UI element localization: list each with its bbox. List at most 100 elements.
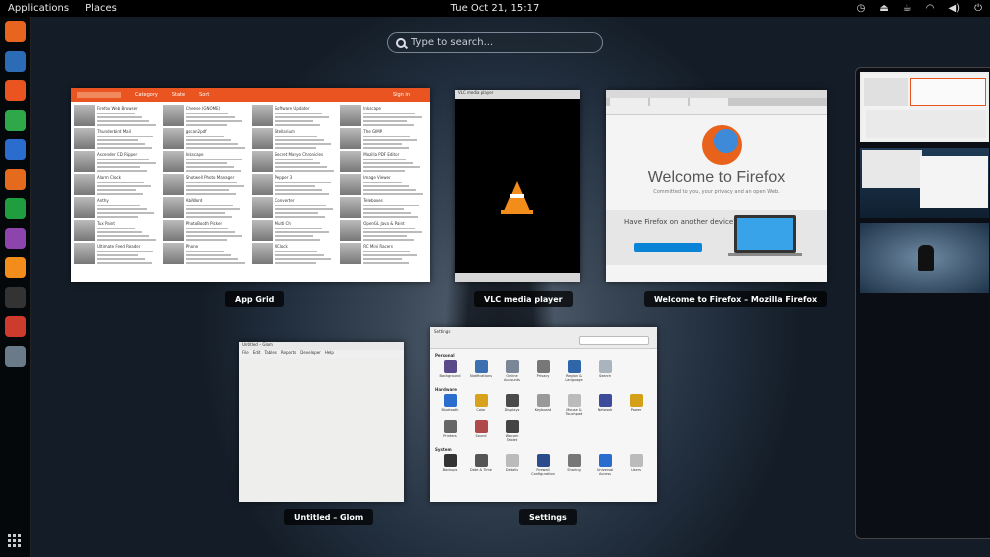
settings-panel-universal-access[interactable]: Universal Access xyxy=(593,454,617,477)
app-list-item[interactable]: RC Mini Racers xyxy=(340,243,427,264)
firefox-sync-button[interactable] xyxy=(634,243,702,252)
volume-icon[interactable]: ◀) xyxy=(948,3,960,14)
settings-panel-bluetooth[interactable]: Bluetooth xyxy=(438,393,462,417)
applications-menu[interactable]: Applications xyxy=(0,3,77,14)
grid-icon[interactable] xyxy=(8,534,22,548)
app-list-item[interactable]: Mozilla PDF Editor xyxy=(340,151,427,172)
app-list-item[interactable]: Software Updater xyxy=(251,105,339,126)
category-tab[interactable]: Category xyxy=(135,92,158,98)
glom-menu-tables[interactable]: Tables xyxy=(264,350,276,358)
workspace-1[interactable] xyxy=(860,72,989,142)
app-list-item[interactable]: Stellarium xyxy=(251,128,339,149)
settings-panel-details[interactable]: Details xyxy=(500,454,524,477)
app-list-item[interactable]: Image Viewer xyxy=(340,174,427,195)
app-list-item[interactable]: Anthy xyxy=(74,197,161,218)
vlc-icon[interactable] xyxy=(5,257,26,278)
glom-menu-help[interactable]: Help xyxy=(325,350,334,358)
settings-panel-search[interactable]: Search xyxy=(593,360,617,383)
settings-panel-power[interactable]: Power xyxy=(624,393,648,417)
eject-icon[interactable]: ⏏ xyxy=(879,3,888,14)
glom-menu-reports[interactable]: Reports xyxy=(281,350,296,358)
settings-panel-users[interactable]: Users xyxy=(624,454,648,477)
settings-panel-online-accounts[interactable]: Online Accounts xyxy=(500,360,524,383)
app-list-item[interactable]: Converter xyxy=(251,197,339,218)
app-list-item[interactable]: The GIMP xyxy=(340,128,427,149)
app-list-item[interactable]: OpenGL Java & Paint xyxy=(340,220,427,241)
search-box[interactable]: Type to search... xyxy=(387,32,603,53)
app-list-item[interactable]: Inkscape xyxy=(340,105,427,126)
app-list-item[interactable]: Firefox Web Browser xyxy=(74,105,161,126)
status-icon[interactable]: ◷ xyxy=(857,3,866,14)
vlc-window[interactable]: VLC media player xyxy=(455,90,580,282)
leaf-icon[interactable] xyxy=(5,109,26,131)
app-grid-icon[interactable] xyxy=(5,80,26,101)
settings-panel-notifications[interactable]: Notifications xyxy=(469,360,493,383)
settings-panel-color[interactable]: Color xyxy=(469,393,493,417)
ubuntu-icon[interactable] xyxy=(5,286,26,308)
settings-panel-displays[interactable]: Displays xyxy=(500,393,524,417)
app-grid-label[interactable]: App Grid xyxy=(225,291,285,307)
settings-search-input[interactable] xyxy=(579,336,649,345)
wifi-icon[interactable]: ◠ xyxy=(926,3,935,14)
app-list-item[interactable]: Ultimate Feed Reader xyxy=(74,243,161,264)
app-list-item[interactable]: Cheese (GNOME) xyxy=(162,105,250,126)
firefox-icon[interactable] xyxy=(5,21,26,42)
firefox-tabs[interactable] xyxy=(606,98,827,106)
app-list-item[interactable]: Alarm Clock xyxy=(74,174,161,195)
app-list-item[interactable]: gscan2pdf xyxy=(162,128,250,149)
signin-link[interactable]: Sign in xyxy=(393,92,410,98)
app-list-item[interactable]: Inkscape xyxy=(162,151,250,172)
app-list-item[interactable]: Teleboxes xyxy=(340,197,427,218)
settings-label[interactable]: Settings xyxy=(519,509,577,525)
settings-panel-backups[interactable]: Backups xyxy=(438,454,462,477)
settings-panel-network[interactable]: Network xyxy=(593,393,617,417)
state-tab[interactable]: State xyxy=(172,92,185,98)
settings-panel-wacom-tablet[interactable]: Wacom Tablet xyxy=(500,420,524,443)
impress-icon[interactable] xyxy=(5,168,26,190)
settings-panel-sharing[interactable]: Sharing xyxy=(562,454,586,477)
firefox-window[interactable]: Welcome to Firefox Committed to you, you… xyxy=(606,90,827,282)
app-list-item[interactable]: Tux Paint xyxy=(74,220,161,241)
app-list-item[interactable]: AbiWord xyxy=(162,197,250,218)
firefox-label[interactable]: Welcome to Firefox – Mozilla Firefox xyxy=(644,291,828,307)
math-icon[interactable] xyxy=(5,227,26,249)
settings-panel-region-language[interactable]: Region & Language xyxy=(562,360,586,383)
settings-panel-firewall-configuration[interactable]: Firewall Configuration xyxy=(531,454,555,477)
settings-panel-mouse-touchpad[interactable]: Mouse & Touchpad xyxy=(562,393,586,417)
writer-icon[interactable] xyxy=(5,139,26,160)
app-list-item[interactable]: Thunderbird Mail xyxy=(74,128,161,149)
files-icon[interactable] xyxy=(5,345,26,367)
app-grid-window[interactable]: Category State Sort Sign in Firefox Web … xyxy=(71,88,430,282)
vlc-controls[interactable] xyxy=(455,273,580,282)
settings-panel-printers[interactable]: Printers xyxy=(438,420,462,443)
settings-panel-privacy[interactable]: Privacy xyxy=(531,360,555,383)
settings-icon[interactable] xyxy=(5,316,26,337)
glom-menu-edit[interactable]: Edit xyxy=(253,350,261,358)
glom-menu-file[interactable]: File xyxy=(242,350,249,358)
coffee-icon[interactable]: ☕ xyxy=(903,3,912,14)
app-list-item[interactable]: PhotoBooth Picker xyxy=(162,220,250,241)
glom-menu-developer[interactable]: Developer xyxy=(300,350,321,358)
app-list-item[interactable]: Phone xyxy=(162,243,250,264)
settings-panel-sound[interactable]: Sound xyxy=(469,420,493,443)
app-list-item[interactable]: Pepper 3 xyxy=(251,174,339,195)
settings-window[interactable]: Settings Personal Background Notifications… xyxy=(430,327,657,502)
settings-panel-date-time[interactable]: Date & Time xyxy=(469,454,493,477)
firefox-urlbar[interactable] xyxy=(606,106,827,115)
calc-icon[interactable] xyxy=(5,198,26,219)
power-icon[interactable]: ⏻ xyxy=(974,3,982,14)
glom-label[interactable]: Untitled – Glom xyxy=(284,509,374,525)
vlc-label[interactable]: VLC media player xyxy=(474,291,573,307)
places-menu[interactable]: Places xyxy=(77,3,125,14)
glom-window[interactable]: Untitled – Glom File Edit Tables Reports Dev… xyxy=(239,342,404,502)
thunderbird-icon[interactable] xyxy=(5,50,26,72)
app-list-item[interactable]: Multi Ch xyxy=(251,220,339,241)
app-list-item[interactable]: Ascender CD Ripper xyxy=(74,151,161,172)
app-list-item[interactable]: Secret Maryo Chronicles xyxy=(251,151,339,172)
app-list-item[interactable]: Shotwell Photo Manager xyxy=(162,174,250,195)
sort-tab[interactable]: Sort xyxy=(199,92,209,98)
workspace-2[interactable] xyxy=(860,148,989,218)
settings-panel-background[interactable]: Background xyxy=(438,360,462,383)
workspace-3[interactable] xyxy=(860,223,989,293)
settings-panel-keyboard[interactable]: Keyboard xyxy=(531,393,555,417)
